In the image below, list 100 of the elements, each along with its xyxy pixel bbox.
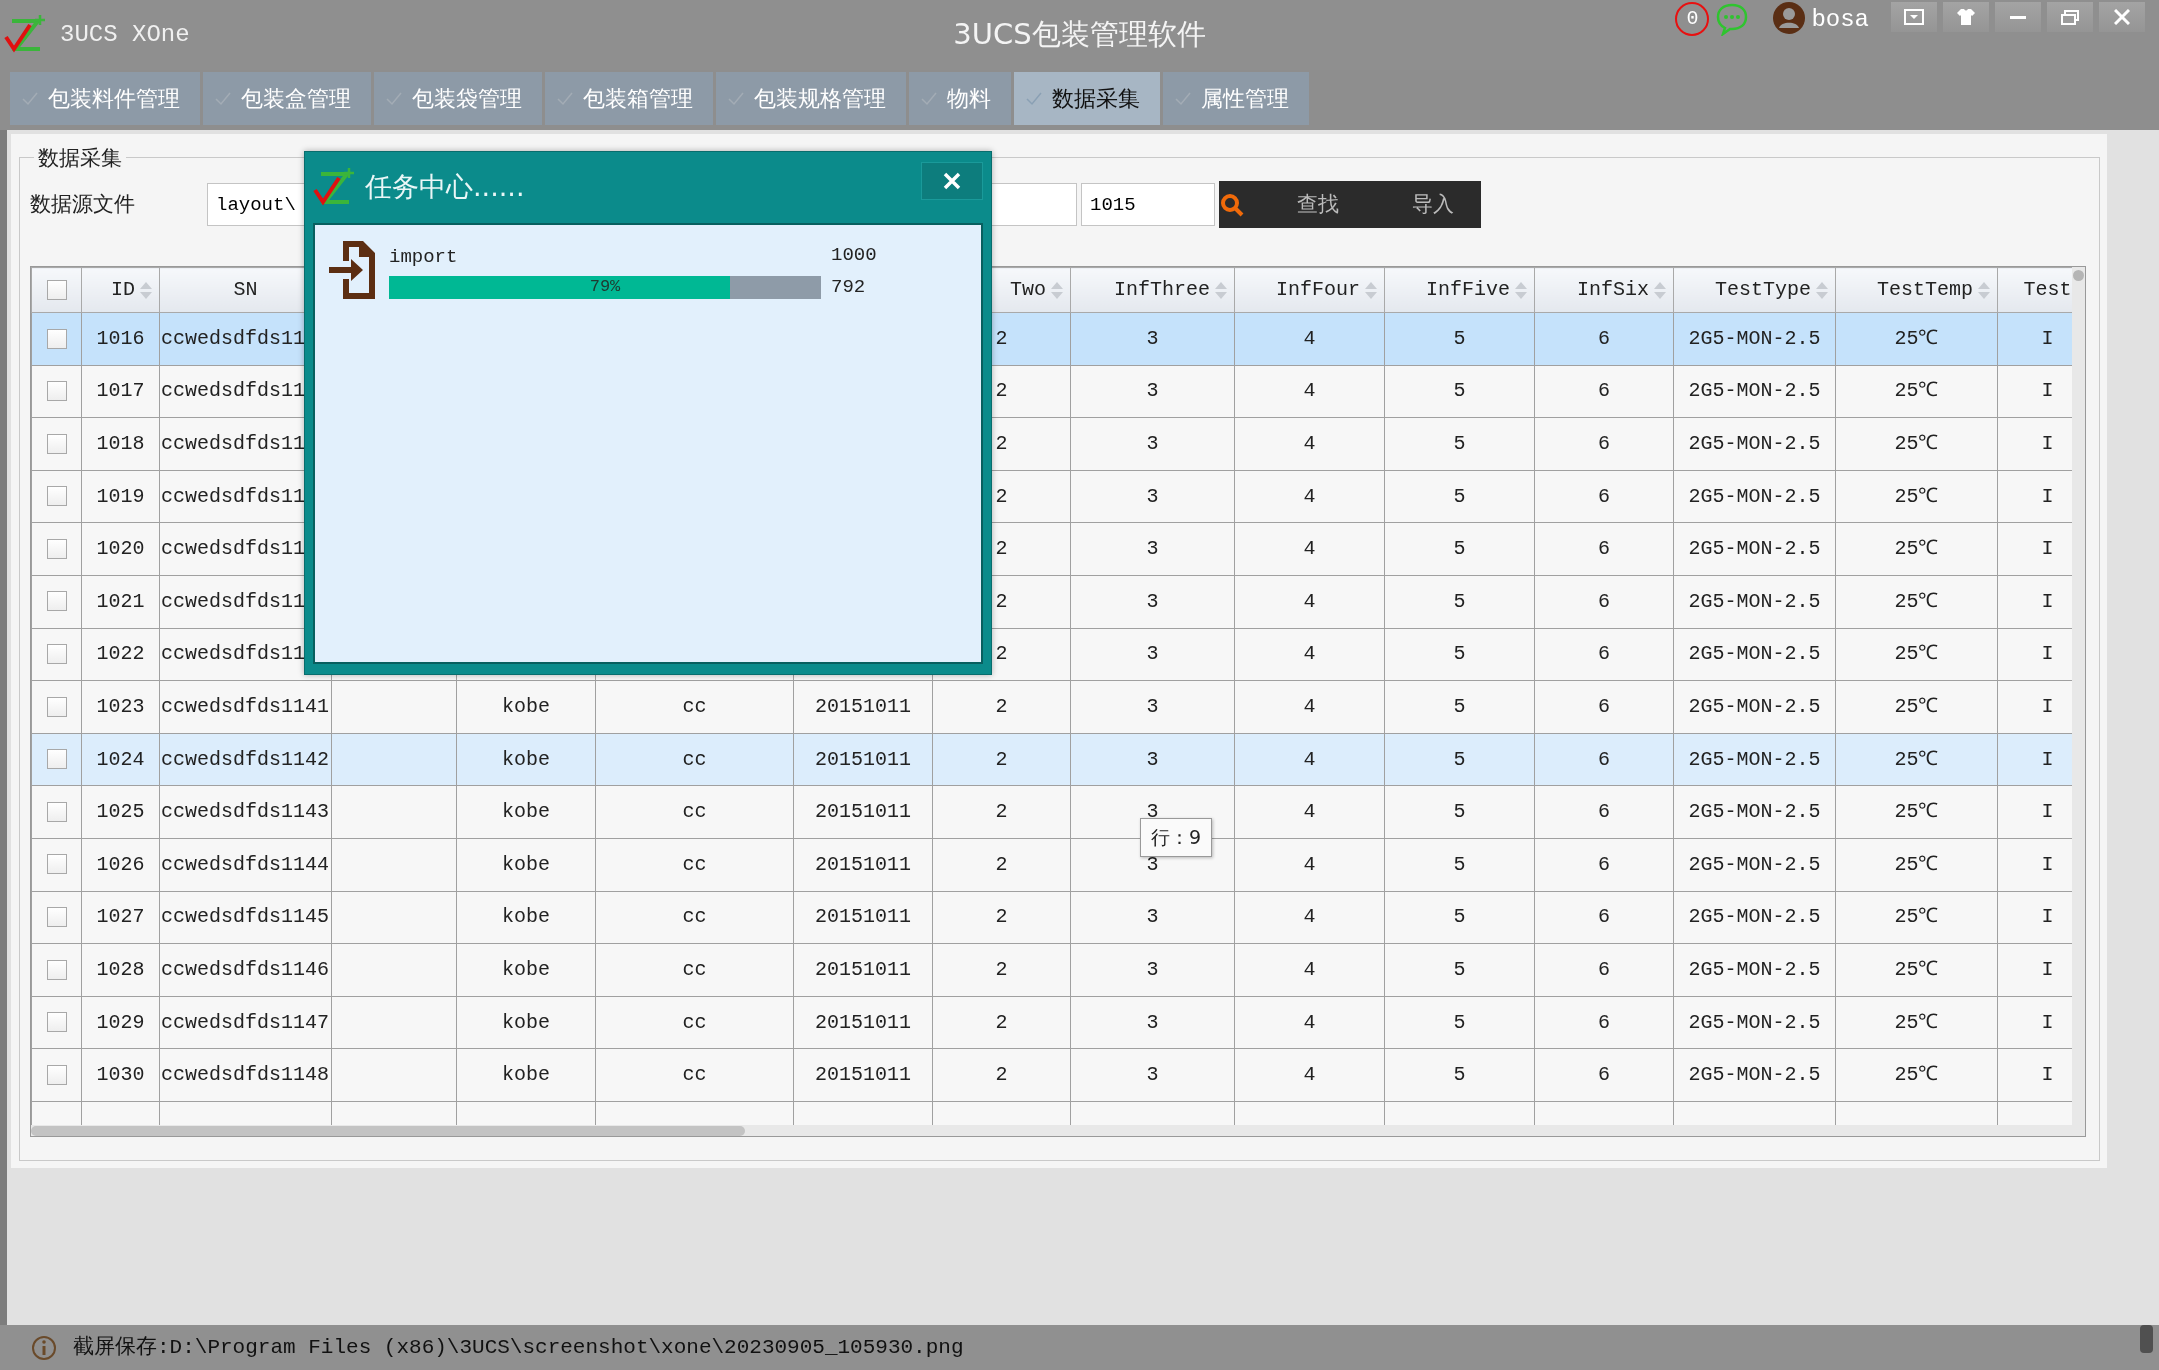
checkbox[interactable] <box>46 279 67 300</box>
checkbox[interactable] <box>46 959 67 980</box>
table-cell: 2 <box>995 852 1008 876</box>
table-cell: 6 <box>1598 484 1610 508</box>
table-cell: 2 <box>995 484 1008 508</box>
column-header[interactable]: TestType <box>1673 267 1836 313</box>
search-button[interactable]: 查找 <box>1297 188 1339 221</box>
sort-icon[interactable] <box>1653 280 1667 300</box>
tooltip: 行：9 <box>1140 818 1213 857</box>
table-cell: 6 <box>1598 1010 1610 1034</box>
table-cell: 5 <box>1453 957 1466 981</box>
table-row[interactable]: 1030 ccwedsdfds1148 kobe cc 20151011 2 3 4 5 6 2G5-MON-2.5 25℃ I <box>31 1048 2072 1102</box>
chat-icon[interactable] <box>1715 2 1750 36</box>
search-icon[interactable] <box>1219 191 1245 218</box>
minimize-button[interactable] <box>1995 2 2041 32</box>
scrollbar-thumb[interactable] <box>2140 1325 2153 1353</box>
table-cell: 20151011 <box>815 905 911 929</box>
checkbox[interactable] <box>46 696 67 717</box>
table-cell: 2 <box>995 1063 1008 1087</box>
column-header[interactable]: InfSix <box>1534 267 1674 313</box>
table-cell: kobe <box>502 1063 550 1087</box>
column-header[interactable]: InfFive <box>1384 267 1535 313</box>
restore-button[interactable] <box>2047 2 2093 32</box>
table-row[interactable]: 1029 ccwedsdfds1147 kobe cc 20151011 2 3 4 5 6 2G5-MON-2.5 25℃ I <box>31 996 2072 1049</box>
table-cell: kobe <box>502 747 550 771</box>
table-cell: cc <box>682 905 707 929</box>
table-cell: 6 <box>1598 694 1610 718</box>
check-icon <box>1026 91 1042 106</box>
checkbox[interactable] <box>46 749 67 770</box>
checkbox[interactable] <box>46 1064 67 1085</box>
table-cell: ccwedsdfds11 <box>161 379 306 403</box>
checkbox[interactable] <box>46 381 67 402</box>
tab[interactable]: 数据采集 <box>1014 72 1160 125</box>
menu-button[interactable] <box>1891 2 1937 32</box>
vertical-scrollbar[interactable] <box>2072 267 2085 1125</box>
checkbox[interactable] <box>46 1012 67 1033</box>
table-cell: ccwedsdfds11 <box>161 484 306 508</box>
column-header[interactable]: TestTemp <box>1835 267 1998 313</box>
sort-icon[interactable] <box>1364 280 1378 300</box>
number-field[interactable]: 1015 <box>1081 183 1215 226</box>
table-cell: 5 <box>1453 905 1466 929</box>
column-header[interactable]: InfThree <box>1070 267 1235 313</box>
sort-icon[interactable] <box>139 280 153 300</box>
table-cell: 25℃ <box>1894 484 1939 508</box>
checkbox[interactable] <box>46 907 67 928</box>
checkbox[interactable] <box>46 591 67 612</box>
minimize-icon <box>2010 15 2026 19</box>
task-name: import <box>389 244 459 270</box>
close-button[interactable] <box>921 162 983 200</box>
import-button[interactable]: 导入 <box>1412 188 1454 221</box>
table-cell: ccwedsdfds11 <box>161 432 306 455</box>
table-row[interactable]: 1023 ccwedsdfds1141 kobe cc 20151011 2 3 4 5 6 2G5-MON-2.5 25℃ I <box>31 680 2072 734</box>
table-cell: 2 <box>995 905 1008 929</box>
checkbox[interactable] <box>46 854 67 875</box>
table-cell: 5 <box>1453 589 1466 613</box>
sort-icon[interactable] <box>1050 280 1064 300</box>
table-cell: cc <box>682 800 707 824</box>
table-cell: 4 <box>1303 694 1316 718</box>
table-cell: 3 <box>1146 589 1159 613</box>
table-cell: 2 <box>995 432 1008 455</box>
close-button[interactable] <box>2099 2 2145 32</box>
sort-icon[interactable] <box>1815 280 1829 300</box>
avatar-icon[interactable] <box>1773 2 1806 34</box>
table-cell: I <box>2041 800 2054 824</box>
table-cell: 2 <box>995 694 1008 718</box>
table-row[interactable]: 1027 ccwedsdfds1145 kobe cc 20151011 2 3 4 5 6 2G5-MON-2.5 25℃ I <box>31 891 2072 944</box>
table-cell: cc <box>682 957 707 981</box>
table-row[interactable]: 1028 ccwedsdfds1146 kobe cc 20151011 2 3 4 5 6 2G5-MON-2.5 25℃ I <box>31 943 2072 997</box>
sort-icon[interactable] <box>1214 280 1228 300</box>
table-cell: I <box>2041 537 2054 561</box>
table-cell: 2G5-MON-2.5 <box>1688 957 1821 981</box>
table-cell: 3 <box>1146 484 1159 508</box>
column-header[interactable]: InfFour <box>1234 267 1385 313</box>
app-logo-icon <box>4 15 46 55</box>
task-total: 1000 <box>831 243 877 268</box>
table-cell: 3 <box>1146 432 1159 455</box>
table-cell: 25℃ <box>1894 957 1939 981</box>
table-cell: cc <box>682 1063 707 1087</box>
table-cell: 3 <box>1146 747 1159 771</box>
column-header[interactable]: ID <box>81 267 160 313</box>
table-cell: 4 <box>1303 589 1316 613</box>
sort-icon[interactable] <box>1514 280 1528 300</box>
table-cell: I <box>2041 326 2054 350</box>
table-cell: 2 <box>995 537 1008 561</box>
skin-button[interactable] <box>1943 2 1989 32</box>
checkbox[interactable] <box>46 644 67 665</box>
table-cell: 1021 <box>96 589 145 613</box>
checkbox[interactable] <box>46 433 67 454</box>
table-row[interactable]: 1024 ccwedsdfds1142 kobe cc 20151011 2 3 4 5 6 2G5-MON-2.5 25℃ I <box>31 733 2072 786</box>
horizontal-scrollbar[interactable] <box>31 1125 2085 1136</box>
checkbox[interactable] <box>46 801 67 822</box>
column-header[interactable]: Test <box>1997 267 2072 313</box>
table-cell: 4 <box>1303 957 1316 981</box>
checkbox[interactable] <box>46 538 67 559</box>
sort-icon[interactable] <box>1977 280 1991 300</box>
checkbox[interactable] <box>46 328 67 349</box>
table-cell: 5 <box>1453 432 1466 455</box>
table-cell: 2G5-MON-2.5 <box>1688 1010 1821 1034</box>
checkbox[interactable] <box>46 486 67 507</box>
table-cell: 2 <box>995 379 1008 403</box>
